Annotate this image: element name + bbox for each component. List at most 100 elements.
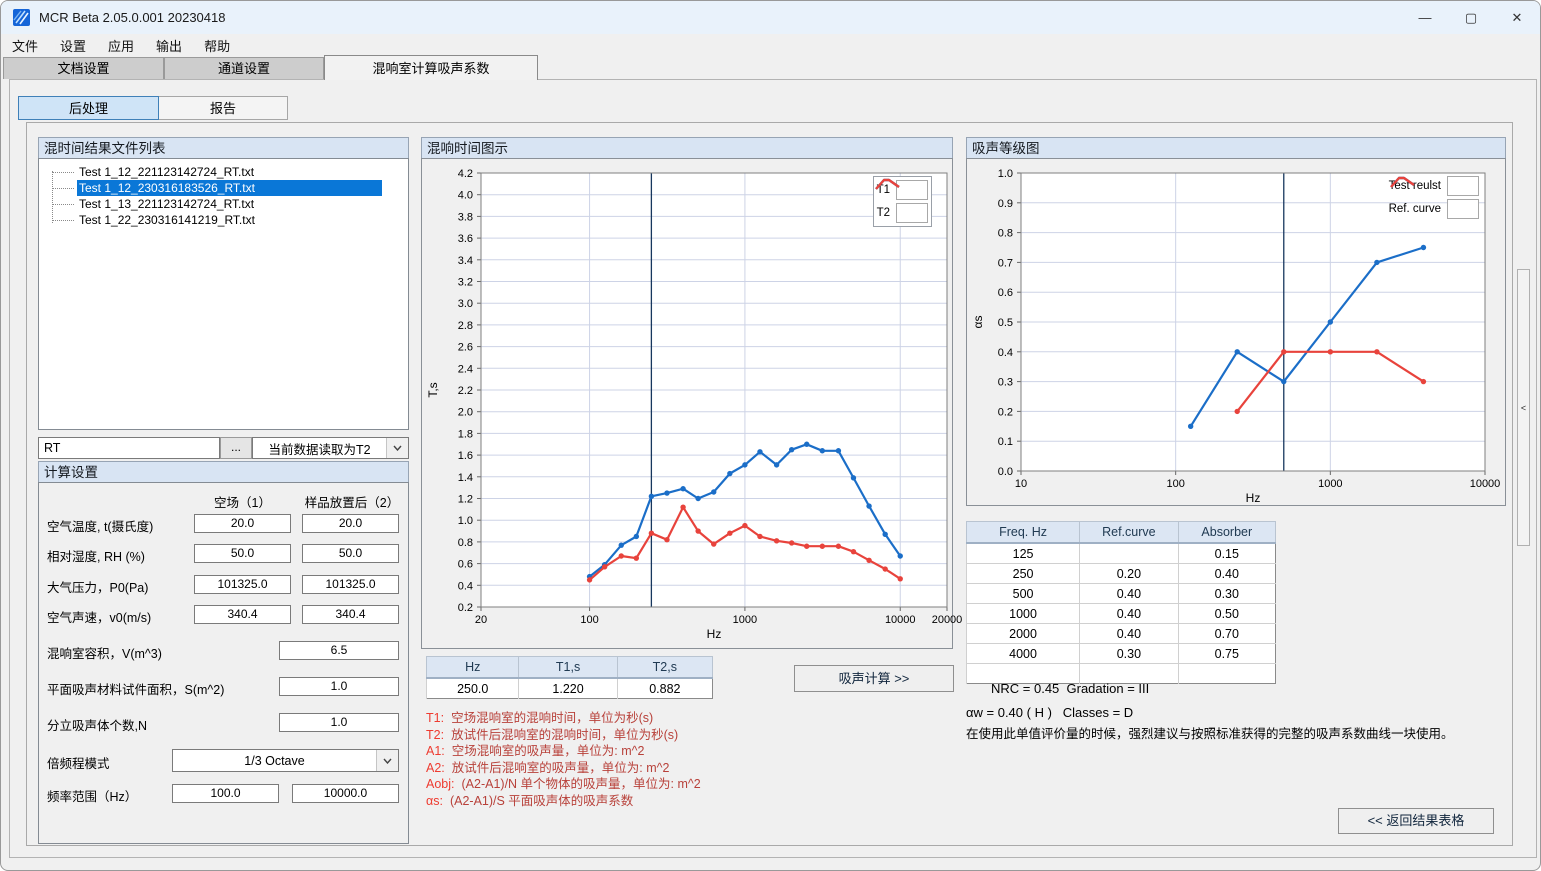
advice-text: 在使用此单值评价量的时候，强烈建议与按照标准获得的完整的吸声系数曲线一块使用。 [966,723,1454,742]
tab[interactable]: 混响室计算吸声系数 [324,55,538,80]
menu-item[interactable]: 应用 [97,34,145,57]
table-cell: 0.30 [1178,584,1275,604]
column-header-with-sample: 样品放置后（2） [296,492,408,511]
svg-text:100: 100 [1166,478,1184,490]
sound-speed-field-2[interactable]: 340.4 [302,605,399,624]
note-label: Aobj: [426,777,455,791]
result-table-body: 1250.152500.200.405000.400.3010000.400.5… [967,543,1276,684]
svg-text:1.2: 1.2 [458,494,473,506]
svg-text:3.6: 3.6 [458,233,473,245]
note-line: A2:放试件后混响室的吸声量，单位为: m^2 [426,760,701,777]
sound-speed-label: 空气声速，v0(m/s) [47,607,151,626]
menu-item[interactable]: 文件 [1,34,49,57]
rt-table-body: 250.01.2200.882 [427,678,713,699]
browse-button[interactable]: ... [220,437,252,459]
freq-max-field[interactable]: 10000.0 [292,784,399,803]
table-row[interactable]: 2500.200.40 [967,564,1276,584]
note-line: A1:空场混响室的吸声量，单位为: m^2 [426,743,701,760]
svg-text:4.0: 4.0 [458,190,473,202]
temperature-field-1[interactable]: 20.0 [194,514,291,533]
note-line: T2:放试件后混响室的混响时间，单位为秒(s) [426,727,701,744]
file-list-item[interactable]: Test 1_12_230316183526_RT.txt [39,180,408,196]
tab[interactable]: 文档设置 [3,57,164,79]
table-cell: 0.20 [1080,564,1178,584]
absorber-count-field[interactable]: 1.0 [279,713,399,732]
file-list[interactable]: Test 1_12_221123142724_RT.txtTest 1_12_2… [38,158,409,430]
legend-entry: Ref. curve [1389,198,1479,220]
subtab[interactable]: 后处理 [18,96,159,120]
svg-text:Hz: Hz [707,627,722,641]
temperature-field-2[interactable]: 20.0 [302,514,399,533]
file-panel-header: 混时间结果文件列表 [38,137,409,159]
minimize-button[interactable]: — [1402,1,1448,34]
svg-text:2.4: 2.4 [458,363,473,375]
chevron-down-icon[interactable] [376,750,398,771]
svg-text:0.4: 0.4 [998,347,1013,359]
humidity-field-2[interactable]: 50.0 [302,544,399,563]
absorb-calc-button[interactable]: 吸声计算 >> [794,665,954,692]
close-button[interactable]: ✕ [1494,1,1540,34]
table-cell: 2000 [967,624,1080,644]
svg-text:1.8: 1.8 [458,428,473,440]
note-label: T2: [426,728,444,742]
freq-range-label: 频率范围（Hz） [47,786,137,805]
file-name: Test 1_13_221123142724_RT.txt [77,196,382,212]
svg-text:0.2: 0.2 [998,406,1013,418]
sample-area-field[interactable]: 1.0 [279,677,399,696]
pressure-field-2[interactable]: 101325.0 [302,575,399,594]
file-list-item[interactable]: Test 1_13_221123142724_RT.txt [39,196,408,212]
table-row[interactable]: 250.01.2200.882 [427,678,713,699]
octave-mode-label: 倍频程模式 [47,753,110,772]
rt-name-input[interactable]: RT [38,437,220,459]
table-row[interactable]: 5000.400.30 [967,584,1276,604]
note-text: (A2-A1)/S 平面吸声体的吸声系数 [450,794,633,808]
room-volume-field[interactable]: 6.5 [279,641,399,660]
pressure-field-1[interactable]: 101325.0 [194,575,291,594]
maximize-button[interactable]: ▢ [1448,1,1494,34]
svg-text:10000: 10000 [885,614,916,626]
table-row[interactable]: 20000.400.70 [967,624,1276,644]
data-read-mode-combobox[interactable]: 当前数据读取为T2 [252,437,409,459]
app-window: MCR Beta 2.05.0.001 20230418 — ▢ ✕ 文件设置应… [0,0,1541,871]
octave-mode-combobox[interactable]: 1/3 Octave [172,749,399,772]
abs-chart-legend: Test reulstRef. curve [1389,175,1479,220]
note-text: 放试件后混响室的吸声量，单位为: m^2 [452,761,670,775]
menu-item[interactable]: 帮助 [193,34,241,57]
menu-item[interactable]: 设置 [49,34,97,57]
back-to-results-button[interactable]: << 返回结果表格 [1338,808,1494,834]
svg-text:0.9: 0.9 [998,198,1013,210]
series-line-icon [896,203,928,223]
table-row[interactable]: 40000.300.75 [967,644,1276,664]
svg-text:0.8: 0.8 [458,537,473,549]
result-table-head: Freq. HzRef.curveAbsorber [967,522,1276,544]
svg-text:1.0: 1.0 [458,515,473,527]
rt-chart-legend: T1T2 [873,176,932,227]
legend-series-name: Ref. curve [1389,203,1441,215]
svg-text:2.2: 2.2 [458,385,473,397]
collapse-splitter[interactable]: < [1517,269,1530,546]
sound-speed-field-1[interactable]: 340.4 [194,605,291,624]
rt-table-head: HzT1,sT2,s [427,657,713,679]
table-cell: 0.50 [1178,604,1275,624]
freq-min-field[interactable]: 100.0 [172,784,279,803]
table-row[interactable]: 10000.400.50 [967,604,1276,624]
svg-text:20: 20 [475,614,487,626]
table-row[interactable]: 1250.15 [967,543,1276,564]
column-header: Absorber [1178,522,1275,544]
absorption-result-table: Freq. HzRef.curveAbsorber1250.152500.200… [966,521,1276,684]
series-line-icon [1447,199,1479,219]
table-cell: 250.0 [427,678,519,699]
column-header: Ref.curve [1080,522,1178,544]
table-cell: 0.40 [1080,604,1178,624]
file-list-item[interactable]: Test 1_12_221123142724_RT.txt [39,164,408,180]
tab[interactable]: 通道设置 [164,57,324,79]
humidity-field-1[interactable]: 50.0 [194,544,291,563]
menu-bar: 文件设置应用输出帮助 [1,34,1540,57]
menu-item[interactable]: 输出 [145,34,193,57]
svg-text:100: 100 [580,614,598,626]
column-header: Hz [427,657,519,679]
file-list-item[interactable]: Test 1_22_230316141219_RT.txt [39,212,408,228]
note-text: 空场混响室的混响时间，单位为秒(s) [451,711,653,725]
subtab[interactable]: 报告 [158,96,288,120]
chevron-down-icon[interactable] [386,438,408,458]
